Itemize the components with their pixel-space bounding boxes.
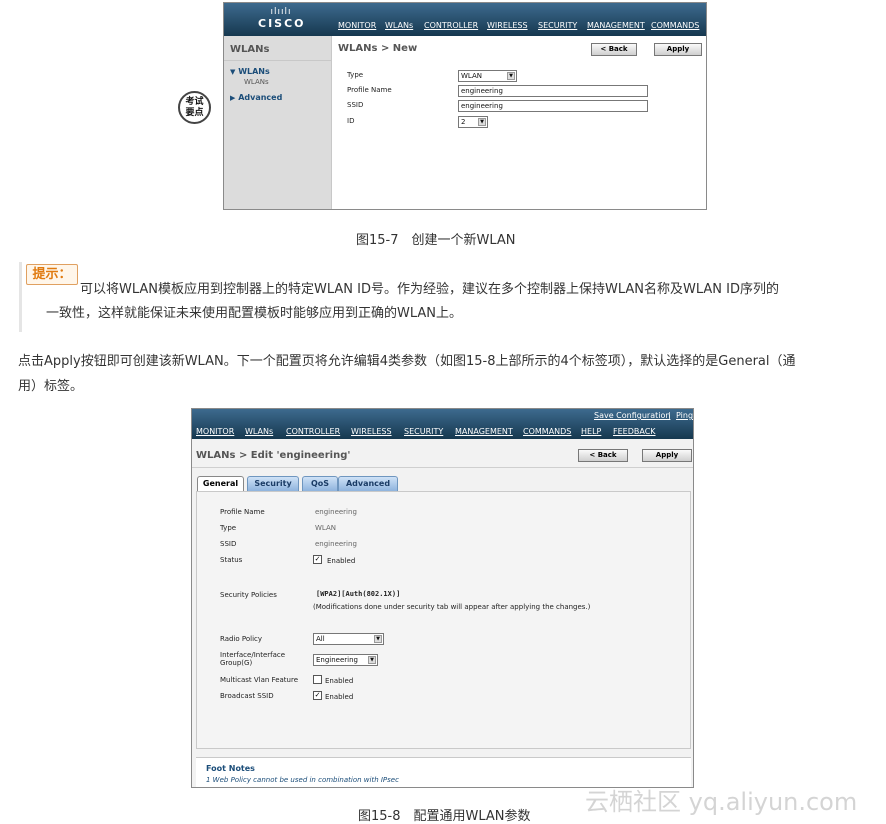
header-bar: Save Configuration | Ping MONITOR WLANs …: [192, 409, 693, 439]
sidebar-subitem-wlans[interactable]: WLANs: [244, 78, 269, 86]
checkmark-icon: ✓: [314, 691, 321, 699]
profile-name-input[interactable]: engineering: [458, 85, 648, 97]
body-text-line2: 用）标签。: [18, 379, 84, 394]
back-button[interactable]: < Back: [591, 43, 637, 56]
body-text-line1: 点击Apply按钮即可创建该新WLAN。下一个配置页将允许编辑4类参数（如图15…: [18, 354, 796, 369]
type-label: Type: [347, 71, 364, 79]
general-panel: Profile Name engineering Type WLAN SSID …: [196, 491, 691, 749]
type-select[interactable]: WLAN ▼: [458, 70, 517, 82]
type-label: Type: [220, 524, 237, 532]
nav-monitor[interactable]: MONITOR: [196, 427, 234, 436]
multicast-label: Multicast Vlan Feature: [220, 676, 299, 684]
footnotes-title: Foot Notes: [206, 764, 255, 773]
figure2-caption: 图15-8 配置通用WLAN参数: [358, 809, 531, 824]
tip-text-line1: 可以将WLAN模板应用到控制器上的特定WLAN ID号。作为经验，建议在多个控制…: [80, 282, 780, 297]
nav-security[interactable]: SECURITY: [404, 427, 443, 436]
nav-commands[interactable]: COMMANDS: [651, 21, 699, 30]
nav-controller[interactable]: CONTROLLER: [424, 21, 478, 30]
tab-qos[interactable]: QoS: [302, 476, 338, 491]
ssid-label: SSID: [220, 540, 237, 548]
broadcast-checkbox-label: Enabled: [325, 693, 354, 701]
nav-wlans[interactable]: WLANs: [245, 427, 273, 436]
radio-policy-label: Radio Policy: [220, 635, 263, 643]
nav-controller[interactable]: CONTROLLER: [286, 427, 340, 436]
nav-wireless[interactable]: WIRELESS: [487, 21, 528, 30]
dropdown-arrow-icon: ▼: [507, 72, 515, 80]
title-divider: [192, 467, 693, 468]
sidebar-title: WLANs: [230, 44, 270, 55]
header-bar: ılıılı CISCO MONITOR WLANs CONTROLLER WI…: [224, 3, 706, 36]
figure-wlan-edit: Save Configuration | Ping MONITOR WLANs …: [191, 408, 694, 788]
main-nav: MONITOR WLANs CONTROLLER WIRELESS SECURI…: [338, 21, 706, 35]
page-title: WLANs > New: [338, 43, 418, 54]
nav-monitor[interactable]: MONITOR: [338, 21, 376, 30]
triangle-right-icon: ▶: [230, 94, 236, 102]
nav-commands[interactable]: COMMANDS: [523, 427, 571, 436]
nav-wlans[interactable]: WLANs: [385, 21, 413, 30]
apply-button[interactable]: Apply: [654, 43, 702, 56]
tab-security[interactable]: Security: [247, 476, 299, 491]
nav-help[interactable]: HELP: [581, 427, 601, 436]
interface-select[interactable]: Engineering ▼: [313, 654, 378, 666]
id-label: ID: [347, 117, 355, 125]
status-checkbox-label: Enabled: [327, 557, 356, 565]
id-select[interactable]: 2 ▼: [458, 116, 488, 128]
ping-link[interactable]: Ping: [676, 411, 693, 420]
dropdown-arrow-icon: ▼: [478, 118, 486, 126]
tab-advanced[interactable]: Advanced: [338, 476, 398, 491]
broadcast-checkbox[interactable]: ✓: [313, 691, 322, 700]
save-configuration-link[interactable]: Save Configuration: [594, 411, 670, 420]
sidebar-item-wlans[interactable]: ▼ WLANs: [230, 67, 270, 76]
tip-text-line2: 一致性，这样就能保证未来使用配置模板时能够应用到正确的WLAN上。: [46, 306, 463, 321]
profile-name-value: engineering: [315, 508, 357, 516]
sidebar-divider: [224, 60, 331, 61]
ssid-value: engineering: [315, 540, 357, 548]
footnote-1: 1 Web Policy cannot be used in combinati…: [206, 776, 399, 784]
radio-policy-select[interactable]: All ▼: [313, 633, 384, 645]
back-button[interactable]: < Back: [578, 449, 628, 462]
triangle-down-icon: ▼: [230, 68, 236, 76]
multicast-checkbox-label: Enabled: [325, 677, 354, 685]
watermark: 云栖社区 yq.aliyun.com: [585, 788, 858, 816]
cisco-logo: ılıılı CISCO: [258, 7, 306, 30]
ssid-input[interactable]: engineering: [458, 100, 648, 112]
exam-point-badge: 考试 要点: [178, 91, 211, 124]
nav-management[interactable]: MANAGEMENT: [587, 21, 645, 30]
sidebar: WLANs ▼ WLANs WLANs ▶ Advanced: [224, 36, 332, 209]
security-policies-value: [WPA2][Auth(802.1X)]: [316, 590, 401, 598]
nav-security[interactable]: SECURITY: [538, 21, 577, 30]
dropdown-arrow-icon: ▼: [368, 656, 376, 664]
status-checkbox[interactable]: ✓: [313, 555, 322, 564]
nav-management[interactable]: MANAGEMENT: [455, 427, 513, 436]
link-separator: |: [668, 411, 671, 420]
tip-label: 提示：: [26, 264, 78, 285]
checkmark-icon: ✓: [314, 555, 321, 563]
sidebar-item-advanced[interactable]: ▶ Advanced: [230, 93, 282, 102]
security-note: (Modifications done under security tab w…: [313, 603, 591, 611]
multicast-checkbox[interactable]: [313, 675, 322, 684]
profile-name-label: Profile Name: [347, 86, 392, 94]
dropdown-arrow-icon: ▼: [374, 635, 382, 643]
profile-name-label: Profile Name: [220, 508, 265, 516]
nav-feedback[interactable]: FEEDBACK: [613, 427, 656, 436]
status-label: Status: [220, 556, 243, 564]
broadcast-ssid-label: Broadcast SSID: [220, 692, 274, 700]
nav-wireless[interactable]: WIRELESS: [351, 427, 392, 436]
type-value: WLAN: [315, 524, 337, 532]
figure1-caption: 图15-7 创建一个新WLAN: [356, 233, 516, 248]
tip-bar: [19, 262, 22, 332]
page-title: WLANs > Edit 'engineering': [196, 450, 351, 461]
interface-label: Interface/Interface Group(G): [220, 651, 286, 667]
ssid-label: SSID: [347, 101, 364, 109]
tab-general[interactable]: General: [197, 476, 244, 491]
apply-button[interactable]: Apply: [642, 449, 692, 462]
figure-wlan-new: ılıılı CISCO MONITOR WLANs CONTROLLER WI…: [223, 2, 707, 210]
security-policies-label: Security Policies: [220, 591, 277, 599]
